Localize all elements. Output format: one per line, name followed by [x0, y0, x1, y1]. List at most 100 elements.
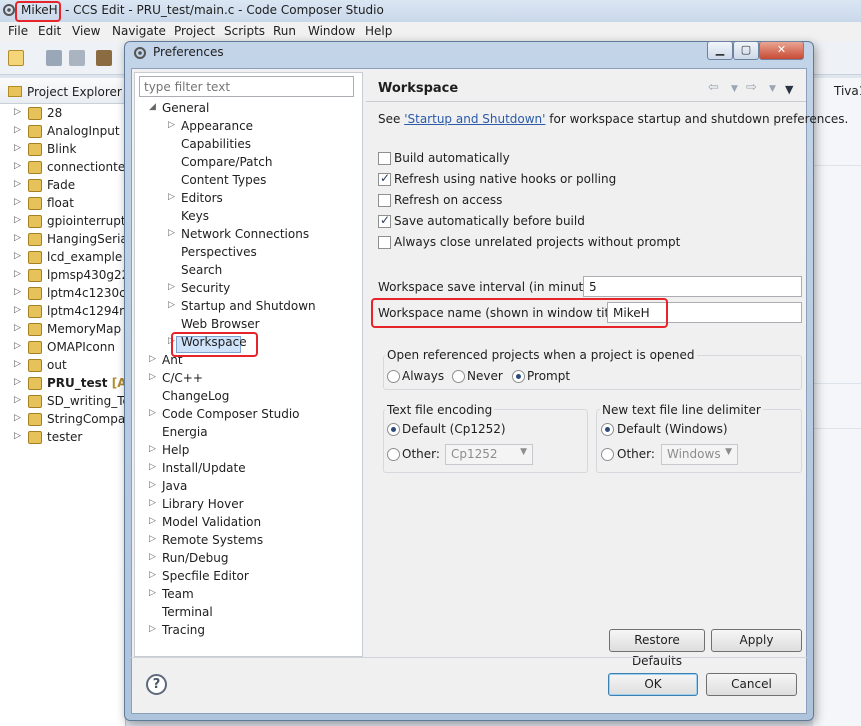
project-item[interactable]: ▷ tester	[0, 429, 126, 447]
menu-navigate[interactable]: Navigate	[112, 24, 166, 38]
open-referenced-prompt-radio[interactable]	[512, 370, 525, 383]
menu-project[interactable]: Project	[174, 24, 215, 38]
project-item[interactable]: ▷ HangingSerial	[0, 231, 126, 249]
tree-item-c-c-[interactable]: ▷ C/C++	[149, 371, 203, 389]
expand-arrow-icon[interactable]: ▷	[14, 359, 21, 369]
project-item[interactable]: ▷ PRU_test [Ac	[0, 375, 126, 393]
expand-arrow-icon[interactable]: ▷	[14, 125, 21, 135]
workspace-option-checkbox[interactable]	[378, 194, 391, 207]
expand-arrow-icon[interactable]: ▷	[168, 228, 175, 238]
expand-arrow-icon[interactable]: ▷	[14, 179, 21, 189]
menu-window[interactable]: Window	[308, 24, 355, 38]
editor-tab-tiva[interactable]: Tiva1	[834, 84, 861, 98]
tree-item-help[interactable]: ▷ Help	[149, 443, 189, 461]
delimiter-other-radio[interactable]	[601, 448, 614, 461]
expand-arrow-icon[interactable]: ▷	[149, 570, 156, 580]
view-menu-icon[interactable]: ▼	[785, 83, 793, 96]
tree-item-energia[interactable]: Energia	[162, 425, 208, 443]
project-item[interactable]: ▷ Fade	[0, 177, 126, 195]
project-item[interactable]: ▷ lpmsp430g223	[0, 267, 126, 285]
menu-file[interactable]: File	[8, 24, 28, 38]
expand-arrow-icon[interactable]: ▷	[149, 588, 156, 598]
delimiter-combo[interactable]: Windows ▼	[661, 444, 738, 465]
tree-item-general[interactable]: ◢ General	[149, 101, 209, 119]
expand-arrow-icon[interactable]: ▷	[14, 305, 21, 315]
project-item[interactable]: ▷ lptm4c1294ncp	[0, 303, 126, 321]
encoding-other-radio[interactable]	[387, 448, 400, 461]
build-hammer-icon[interactable]	[96, 50, 112, 66]
expand-arrow-icon[interactable]: ▷	[14, 269, 21, 279]
workspace-option-checkbox[interactable]	[378, 152, 391, 165]
menu-edit[interactable]: Edit	[38, 24, 61, 38]
project-item[interactable]: ▷ SD_writing_Tes	[0, 393, 126, 411]
project-item[interactable]: ▷ connectiontes	[0, 159, 126, 177]
tree-item-search[interactable]: Search	[181, 263, 222, 281]
save-interval-input[interactable]	[583, 276, 802, 297]
expand-arrow-icon[interactable]: ▷	[14, 413, 21, 423]
expand-arrow-icon[interactable]: ▷	[149, 534, 156, 544]
ok-button[interactable]: OK	[608, 673, 698, 696]
expand-arrow-icon[interactable]: ▷	[14, 431, 21, 441]
menu-scripts[interactable]: Scripts	[224, 24, 265, 38]
close-button[interactable]: ✕	[759, 41, 804, 60]
help-icon[interactable]: ?	[146, 674, 167, 695]
tree-item-tracing[interactable]: ▷ Tracing	[149, 623, 205, 641]
expand-arrow-icon[interactable]: ▷	[14, 107, 21, 117]
tree-item-install-update[interactable]: ▷ Install/Update	[149, 461, 246, 479]
expand-arrow-icon[interactable]: ▷	[14, 395, 21, 405]
tree-item-library-hover[interactable]: ▷ Library Hover	[149, 497, 244, 515]
expand-arrow-icon[interactable]: ▷	[14, 233, 21, 243]
menu-run[interactable]: Run	[273, 24, 296, 38]
menu-view[interactable]: View	[72, 24, 100, 38]
tree-item-security[interactable]: ▷ Security	[168, 281, 230, 299]
minimize-button[interactable]: ▁	[707, 41, 733, 60]
delimiter-default-radio[interactable]	[601, 423, 614, 436]
project-item[interactable]: ▷ out	[0, 357, 126, 375]
project-item[interactable]: ▷ gpiointerrupt_	[0, 213, 126, 231]
project-item[interactable]: ▷ lptm4c1230c3p	[0, 285, 126, 303]
filter-input[interactable]	[139, 76, 354, 97]
expand-arrow-icon[interactable]: ▷	[168, 192, 175, 202]
new-icon[interactable]	[8, 50, 24, 66]
tree-item-specfile-editor[interactable]: ▷ Specfile Editor	[149, 569, 249, 587]
tree-item-editors[interactable]: ▷ Editors	[168, 191, 223, 209]
tree-item-startup-and-shutdown[interactable]: ▷ Startup and Shutdown	[168, 299, 316, 317]
expand-arrow-icon[interactable]: ▷	[14, 197, 21, 207]
expand-arrow-icon[interactable]: ▷	[14, 161, 21, 171]
project-item[interactable]: ▷ StringCompari	[0, 411, 126, 429]
menu-help[interactable]: Help	[365, 24, 392, 38]
expand-arrow-icon[interactable]: ▷	[149, 480, 156, 490]
encoding-combo[interactable]: Cp1252 ▼	[445, 444, 533, 465]
expand-arrow-icon[interactable]: ▷	[168, 300, 175, 310]
cancel-button[interactable]: Cancel	[706, 673, 797, 696]
back-dropdown-icon[interactable]: ▼	[731, 84, 738, 94]
expand-arrow-icon[interactable]: ▷	[149, 354, 156, 364]
tree-item-terminal[interactable]: Terminal	[162, 605, 213, 623]
project-item[interactable]: ▷ lcd_example	[0, 249, 126, 267]
expand-arrow-icon[interactable]: ▷	[149, 462, 156, 472]
tree-item-run-debug[interactable]: ▷ Run/Debug	[149, 551, 229, 569]
project-item[interactable]: ▷ 28	[0, 105, 126, 123]
tree-item-content-types[interactable]: Content Types	[181, 173, 266, 191]
encoding-default-radio[interactable]	[387, 423, 400, 436]
collapse-arrow-icon[interactable]: ◢	[149, 102, 156, 112]
forward-arrow-icon[interactable]: ⇨	[746, 80, 757, 95]
save-icon[interactable]	[46, 50, 62, 66]
back-arrow-icon[interactable]: ⇦	[708, 80, 719, 95]
expand-arrow-icon[interactable]: ▷	[149, 624, 156, 634]
expand-arrow-icon[interactable]: ▷	[14, 377, 21, 387]
tree-item-perspectives[interactable]: Perspectives	[181, 245, 257, 263]
expand-arrow-icon[interactable]: ▷	[149, 516, 156, 526]
startup-shutdown-link[interactable]: 'Startup and Shutdown'	[404, 112, 545, 126]
tree-item-network-connections[interactable]: ▷ Network Connections	[168, 227, 309, 245]
apply-button[interactable]: Apply	[711, 629, 802, 652]
save-all-icon[interactable]	[69, 50, 85, 66]
expand-arrow-icon[interactable]: ▷	[149, 408, 156, 418]
expand-arrow-icon[interactable]: ▷	[14, 287, 21, 297]
project-item[interactable]: ▷ MemoryMap	[0, 321, 126, 339]
tree-item-team[interactable]: ▷ Team	[149, 587, 194, 605]
expand-arrow-icon[interactable]: ▷	[149, 444, 156, 454]
tree-item-java[interactable]: ▷ Java	[149, 479, 187, 497]
project-item[interactable]: ▷ OMAPIconn	[0, 339, 126, 357]
tree-item-capabilities[interactable]: Capabilities	[181, 137, 251, 155]
